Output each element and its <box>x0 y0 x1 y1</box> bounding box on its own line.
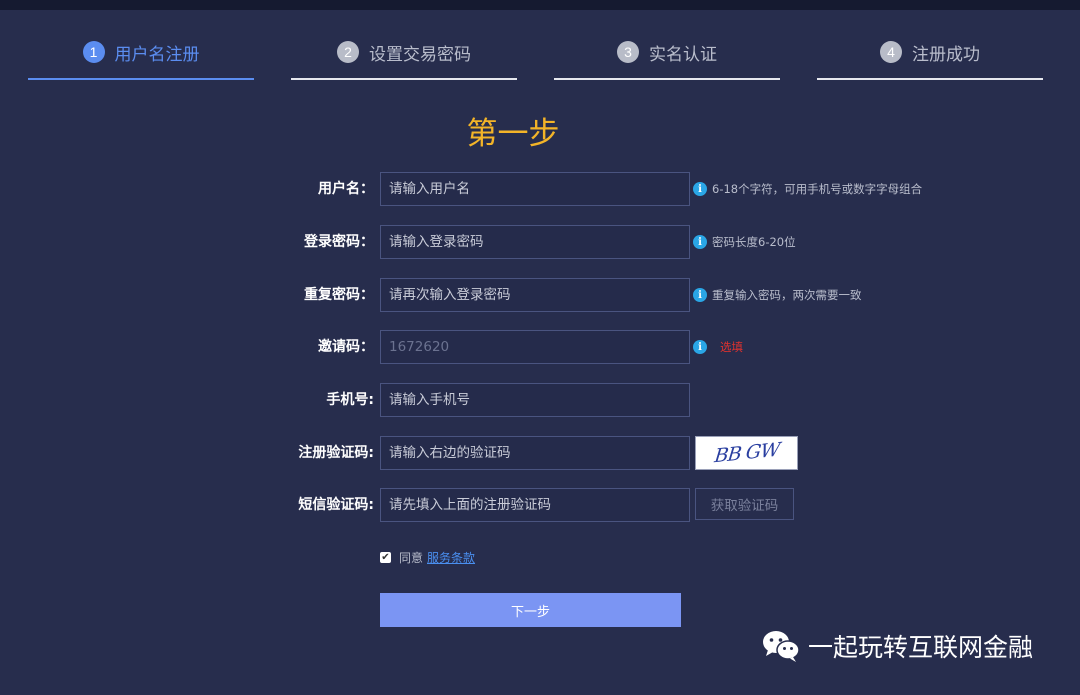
step-underline <box>817 78 1043 80</box>
username-hint: i 6-18个字符，可用手机号或数字字母组合 <box>693 172 922 206</box>
get-sms-code-button[interactable]: 获取验证码 <box>695 488 794 520</box>
form-row-phone: 手机号: 请输入手机号 <box>0 383 1080 417</box>
phone-input[interactable]: 请输入手机号 <box>380 383 690 417</box>
sms-code-label: 短信验证码: <box>298 497 374 513</box>
form-row-confirm-password: 重复密码： 请再次输入登录密码 i 重复输入密码，两次需要一致 <box>0 278 1080 312</box>
captcha-image[interactable]: BB GW <box>695 436 798 470</box>
form-row-captcha: 注册验证码: 请输入右边的验证码 BB GW <box>0 436 1080 470</box>
password-input[interactable]: 请输入登录密码 <box>380 225 690 259</box>
step-number: 3 <box>617 41 639 63</box>
form-row-password: 登录密码： 请输入登录密码 i 密码长度6-20位 <box>0 225 1080 259</box>
invite-code-label: 邀请码： <box>318 339 374 355</box>
password-label: 登录密码： <box>304 234 374 250</box>
step-number: 1 <box>82 41 105 63</box>
invite-code-hint: i 选填 <box>693 330 743 364</box>
phone-label: 手机号: <box>326 392 374 408</box>
step-number: 2 <box>337 41 359 63</box>
next-step-button[interactable]: 下一步 <box>380 593 681 627</box>
page-title: 第一步 <box>466 116 560 152</box>
password-hint: i 密码长度6-20位 <box>693 225 796 259</box>
info-icon: i <box>693 235 707 249</box>
top-bar <box>0 0 1080 10</box>
step-label: 用户名注册 <box>114 44 200 65</box>
step-underline <box>28 78 254 80</box>
step-number: 4 <box>880 41 902 63</box>
username-input[interactable]: 请输入用户名 <box>380 172 690 206</box>
sms-code-input[interactable]: 请先填入上面的注册验证码 <box>380 488 690 522</box>
step-label: 实名认证 <box>649 44 717 65</box>
hint-text: 6-18个字符，可用手机号或数字字母组合 <box>712 182 923 196</box>
invite-code-input[interactable]: 1672620 <box>380 330 690 364</box>
watermark: 一起玩转互联网金融 <box>762 626 1033 666</box>
confirm-password-label: 重复密码： <box>304 287 374 303</box>
info-icon: i <box>693 182 707 196</box>
hint-text: 重复输入密码，两次需要一致 <box>712 288 862 302</box>
agree-text: 同意 <box>399 550 424 565</box>
step-2: 2 设置交易密码 <box>291 36 517 80</box>
step-underline <box>554 78 780 80</box>
step-label: 注册成功 <box>912 44 980 65</box>
hint-text: 密码长度6-20位 <box>712 235 796 249</box>
step-1: 1 用户名注册 <box>28 36 254 80</box>
terms-link[interactable]: 服务条款 <box>427 549 475 566</box>
username-label: 用户名： <box>318 181 374 197</box>
captcha-input[interactable]: 请输入右边的验证码 <box>380 436 690 470</box>
step-underline <box>291 78 517 80</box>
confirm-password-hint: i 重复输入密码，两次需要一致 <box>693 278 862 312</box>
optional-text: 选填 <box>720 340 743 354</box>
terms-agreement: ✔ 同意 服务条款 <box>380 549 475 565</box>
step-3: 3 实名认证 <box>554 36 780 80</box>
agree-checkbox[interactable]: ✔ <box>380 551 391 563</box>
wechat-icon <box>762 629 800 663</box>
captcha-text: BB GW <box>712 438 781 468</box>
watermark-text: 一起玩转互联网金融 <box>808 633 1034 662</box>
form-row-sms-code: 短信验证码: 请先填入上面的注册验证码 获取验证码 <box>0 488 1080 522</box>
confirm-password-input[interactable]: 请再次输入登录密码 <box>380 278 690 312</box>
info-icon: i <box>693 288 707 302</box>
step-label: 设置交易密码 <box>369 44 471 65</box>
captcha-label: 注册验证码: <box>298 445 374 461</box>
info-icon: i <box>693 340 707 354</box>
form-row-username: 用户名： 请输入用户名 i 6-18个字符，可用手机号或数字字母组合 <box>0 172 1080 206</box>
form-row-invite-code: 邀请码： 1672620 i 选填 <box>0 330 1080 364</box>
step-4: 4 注册成功 <box>817 36 1043 80</box>
